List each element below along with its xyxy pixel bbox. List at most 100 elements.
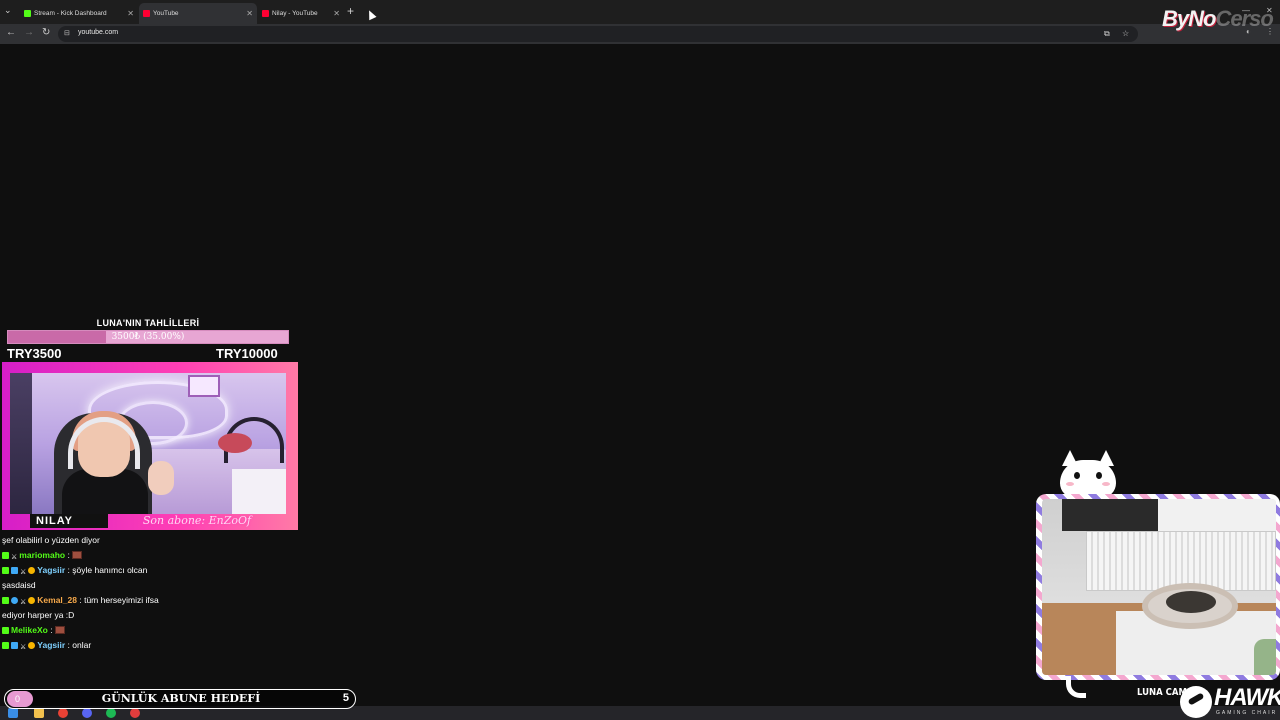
tab-search-chevron-icon[interactable]: ⌄ xyxy=(4,5,12,16)
chat-emote-icon xyxy=(54,626,65,634)
donation-goal-max: TRY10000 xyxy=(216,346,278,361)
chat-separator: : xyxy=(65,550,73,560)
close-tab-icon[interactable]: ✕ xyxy=(127,3,134,24)
browser-toolbar: ← → ↻ ⊟ youtube.com ⧉ ☆ ◐ ⋮ xyxy=(0,24,1280,44)
sub-badge-icon xyxy=(11,567,18,574)
close-tab-icon[interactable]: ✕ xyxy=(333,3,340,24)
chat-separator: : xyxy=(47,625,55,635)
pet-cam-radiator xyxy=(1086,531,1276,591)
cam-pillow xyxy=(218,433,252,453)
file-explorer-icon[interactable] xyxy=(34,708,44,718)
sponsor-logo: HAWK GAMING CHAIR xyxy=(1180,684,1280,720)
tab-nilay-youtube[interactable]: Nilay - YouTube ✕ xyxy=(258,3,344,24)
chat-username[interactable]: Kemal_28 xyxy=(37,595,77,605)
site-info-icon[interactable]: ⊟ xyxy=(64,29,70,37)
cam-wall-light xyxy=(188,375,220,397)
chat-emote-icon xyxy=(72,551,83,559)
chat-text: şef olabilirl o yüzden diyor xyxy=(2,535,100,545)
cam-nightstand xyxy=(232,469,286,514)
chat-message: ⚔ Yagsiir : şöyle hanımcı olcan xyxy=(2,563,292,578)
pet-cam-curtain xyxy=(1062,499,1158,531)
chat-message: şef olabilirl o yüzden diyor xyxy=(2,533,292,548)
sub-goal-label: GÜNLÜK ABUNE HEDEFİ xyxy=(101,692,261,705)
cam-shelf xyxy=(10,373,32,514)
chat-message: ⚔ Yagsiir : onlar xyxy=(2,638,292,653)
donation-goal-title: LUNA'NIN TAHLİLLERİ xyxy=(96,318,200,328)
youtube-favicon-icon xyxy=(143,10,150,17)
chat-username[interactable]: MelikeXo xyxy=(11,625,48,635)
kick-badge-icon xyxy=(2,567,9,574)
sub-badge-icon xyxy=(11,642,18,649)
streamer-name: NILAY xyxy=(30,514,108,528)
kick-favicon-icon xyxy=(24,10,31,17)
close-tab-icon[interactable]: ✕ xyxy=(246,3,253,24)
mouse-cursor-icon xyxy=(365,8,377,21)
address-bar[interactable]: ⊟ youtube.com ⧉ ☆ xyxy=(58,26,1138,42)
kick-badge-icon xyxy=(2,552,9,559)
new-tab-plus-icon[interactable]: + xyxy=(347,5,354,17)
donation-goal-min: TRY3500 xyxy=(7,346,62,361)
cat-blush-right xyxy=(1102,482,1110,486)
chat-username[interactable]: Yagsiir xyxy=(37,640,65,650)
og-badge-icon xyxy=(11,597,18,604)
donation-goal-bar: 3500₺ (35.00%) xyxy=(7,330,289,344)
gift-badge-icon xyxy=(28,567,36,574)
screen: ⌄ Stream - Kick Dashboard ✕ YouTube ✕ Ni… xyxy=(0,0,1280,720)
tab-kick-dashboard[interactable]: Stream - Kick Dashboard ✕ xyxy=(20,3,138,24)
chat-message: MelikeXo : xyxy=(2,623,292,638)
chat-message: ⚔ Kemal_28 : tüm herseyimizi ifsa xyxy=(2,593,292,608)
discord-icon[interactable] xyxy=(82,708,92,718)
mod-badge-icon: ⚔ xyxy=(11,554,18,561)
address-url: youtube.com xyxy=(78,29,119,36)
channel-logo: ByNoCerso xyxy=(1162,6,1274,32)
back-arrow-icon[interactable]: ← xyxy=(6,27,16,39)
cat-eye-left xyxy=(1074,472,1080,479)
chat-message: ⚔ mariomaho : xyxy=(2,548,292,563)
gift-badge-icon xyxy=(28,597,36,604)
chat-text: tüm herseyimizi ifsa xyxy=(84,595,159,605)
chat-message: şasdaisd xyxy=(2,578,292,593)
cam-streamer-hand xyxy=(148,461,174,495)
tab-title: Stream - Kick Dashboard xyxy=(34,10,107,17)
reload-icon[interactable]: ↻ xyxy=(42,27,50,39)
hawk-logo-icon xyxy=(1180,686,1212,718)
sponsor-name: HAWK xyxy=(1214,684,1280,711)
chat-username[interactable]: mariomaho xyxy=(19,550,65,560)
chat-text: şöyle hanımcı olcan xyxy=(72,565,148,575)
cat-tail-decoration xyxy=(1066,676,1086,698)
browser-tab-strip: ⌄ Stream - Kick Dashboard ✕ YouTube ✕ Ni… xyxy=(0,0,1280,24)
chrome-icon[interactable] xyxy=(58,708,68,718)
kick-badge-icon xyxy=(2,642,9,649)
cat-mascot-icon xyxy=(1060,460,1116,498)
chat-text: ediyor harper ya :D xyxy=(2,610,75,620)
chat-overlay: şef olabilirl o yüzden diyor ⚔ mariomaho :… xyxy=(2,533,292,653)
chat-username[interactable]: Yagsiir xyxy=(37,565,65,575)
tab-title: Nilay - YouTube xyxy=(272,10,318,17)
chat-separator: : xyxy=(76,595,85,605)
gift-badge-icon xyxy=(28,642,36,649)
pet-cam-plant xyxy=(1254,639,1276,675)
daily-sub-goal-bar: 0 GÜNLÜK ABUNE HEDEFİ 5 xyxy=(4,689,356,709)
chat-message: ediyor harper ya :D xyxy=(2,608,292,623)
mod-badge-icon: ⚔ xyxy=(20,599,27,606)
spotify-icon[interactable] xyxy=(106,708,116,718)
sleeping-pet xyxy=(1166,591,1216,613)
pet-cam-video xyxy=(1042,499,1276,675)
chat-text: şasdaisd xyxy=(2,580,36,590)
chat-text: onlar xyxy=(72,640,92,650)
obs-icon[interactable] xyxy=(130,708,140,718)
logo-faded-text: Cerso xyxy=(1215,6,1273,31)
logo-main-text: ByNo xyxy=(1162,6,1216,31)
cat-eye-right xyxy=(1096,472,1102,479)
forward-arrow-icon[interactable]: → xyxy=(24,27,34,39)
cat-blush-left xyxy=(1066,482,1074,486)
tab-youtube[interactable]: YouTube ✕ xyxy=(139,3,257,24)
start-windows-icon[interactable] xyxy=(8,708,18,718)
install-app-icon[interactable]: ⧉ xyxy=(1104,29,1110,39)
sponsor-tagline: GAMING CHAIR xyxy=(1216,710,1278,716)
bookmark-star-icon[interactable]: ☆ xyxy=(1122,29,1129,38)
mod-badge-icon: ⚔ xyxy=(20,569,27,576)
donation-goal-progress-text: 3500₺ (35.00%) xyxy=(111,332,185,342)
sub-goal-target: 5 xyxy=(342,692,349,704)
kick-badge-icon xyxy=(2,597,9,604)
